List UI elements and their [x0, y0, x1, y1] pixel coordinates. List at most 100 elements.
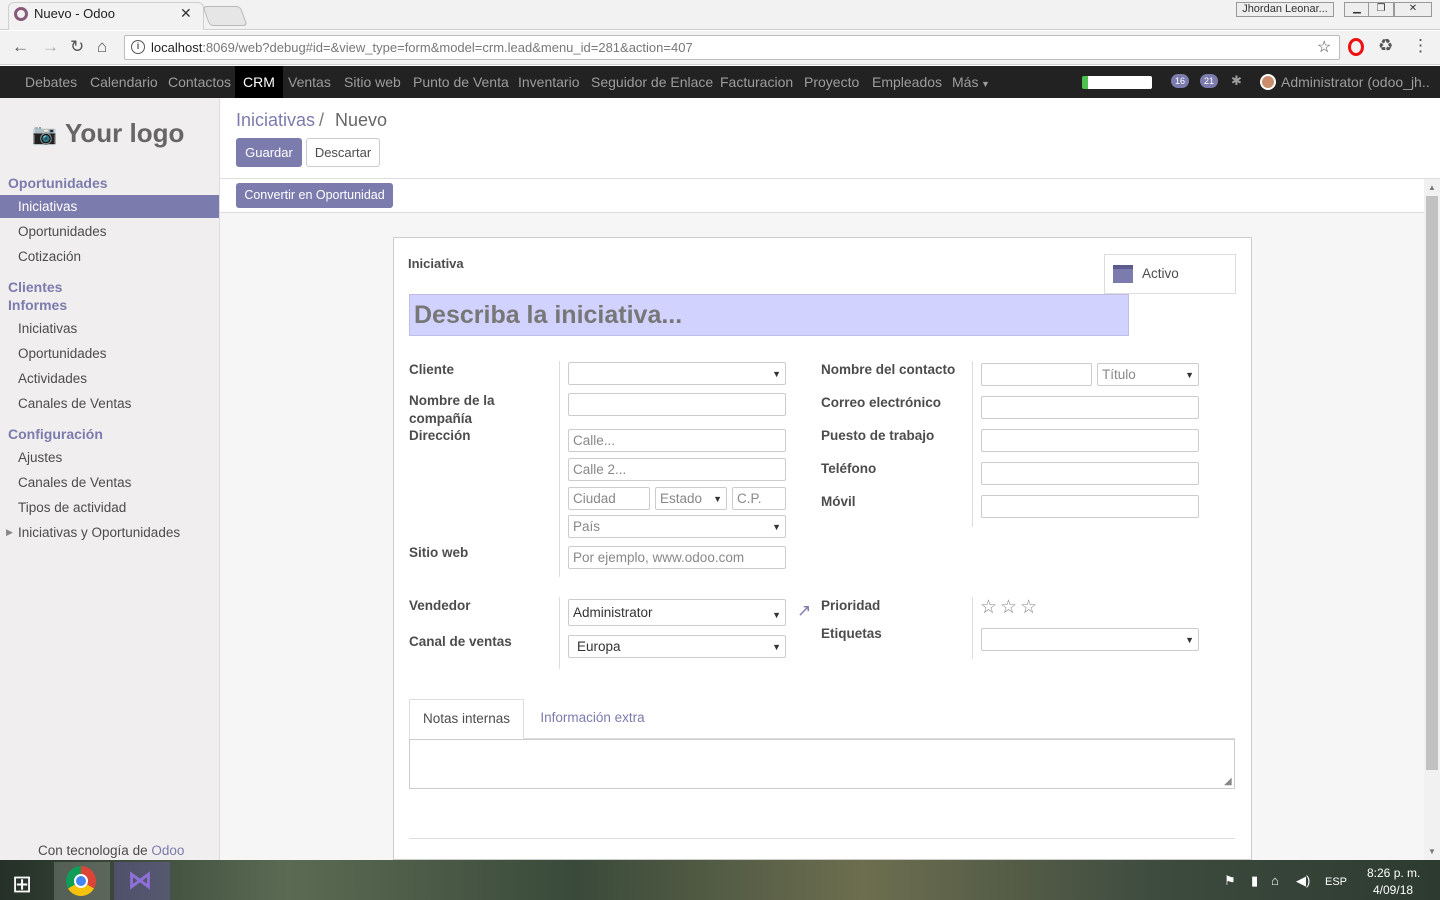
- internal-notes-textarea[interactable]: [409, 739, 1235, 789]
- nav-sitio-web[interactable]: Sitio web: [336, 66, 409, 98]
- messages-badge[interactable]: 16: [1171, 74, 1190, 88]
- minimize-icon[interactable]: ▁: [1344, 2, 1370, 17]
- scroll-down-icon[interactable]: ▼: [1428, 847, 1436, 856]
- home-icon[interactable]: ⌂: [97, 37, 107, 57]
- progress-bar: [1082, 76, 1152, 89]
- company-name-input[interactable]: [568, 393, 786, 416]
- chevron-right-icon[interactable]: ▶: [6, 527, 13, 538]
- scrollbar-thumb[interactable]: [1426, 196, 1438, 770]
- tab-informacion-extra[interactable]: Información extra: [524, 699, 661, 739]
- camera-icon: 📷: [32, 124, 57, 146]
- url-text[interactable]: localhost:8069/web?debug#id=&view_type=f…: [151, 40, 693, 55]
- nav-inventario[interactable]: Inventario: [510, 66, 587, 98]
- sales-channel-select[interactable]: Europa ▼: [568, 635, 786, 658]
- opera-extension-icon[interactable]: [1348, 38, 1364, 56]
- nav-crm[interactable]: CRM: [235, 66, 283, 98]
- nav-seguidor-de-enlace[interactable]: Seguidor de Enlace: [583, 66, 721, 98]
- caret-down-icon: ▼: [772, 522, 781, 532]
- job-position-input[interactable]: [981, 429, 1199, 452]
- sidebar-item-informes-iniciativas[interactable]: Iniciativas: [18, 321, 77, 336]
- activities-count: 21: [1204, 76, 1215, 86]
- tab-close-icon[interactable]: ✕: [180, 5, 192, 22]
- windows-start-icon[interactable]: ⊞: [12, 870, 32, 899]
- sidebar-item-ajustes[interactable]: Ajustes: [18, 450, 62, 465]
- nav-ventas[interactable]: Ventas: [280, 66, 339, 98]
- new-tab-button[interactable]: [202, 6, 248, 26]
- discard-button[interactable]: Descartar: [306, 138, 380, 167]
- salesperson-select[interactable]: Administrator ▼: [568, 599, 786, 626]
- site-info-icon[interactable]: i: [131, 40, 145, 54]
- nav-debates[interactable]: Debates: [17, 66, 85, 98]
- debug-bug-icon[interactable]: ✱: [1231, 73, 1242, 89]
- caret-down-icon: ▼: [772, 642, 781, 652]
- window-close-icon[interactable]: ✕: [1394, 2, 1432, 17]
- user-avatar[interactable]: [1260, 74, 1276, 90]
- archive-icon: [1113, 265, 1133, 283]
- language-indicator[interactable]: ESP: [1325, 876, 1347, 888]
- sidebar-item-cotizacion[interactable]: Cotización: [18, 249, 81, 264]
- sidebar-item-canales-de-ventas[interactable]: Canales de Ventas: [18, 396, 131, 411]
- zip-input[interactable]: C.P.: [732, 487, 786, 510]
- nav-punto-de-venta[interactable]: Punto de Venta: [405, 66, 517, 98]
- caret-down-icon: ▼: [1185, 635, 1194, 645]
- scroll-up-icon[interactable]: ▲: [1428, 183, 1436, 192]
- lead-name-input[interactable]: Describa la iniciativa...: [409, 294, 1129, 336]
- active-label: Activo: [1142, 266, 1179, 281]
- browser-profile-button[interactable]: Jhordan Leonar...: [1236, 2, 1334, 17]
- network-icon[interactable]: ⌂: [1271, 873, 1279, 888]
- recycle-extension-icon[interactable]: ♻: [1378, 36, 1393, 56]
- mobile-input[interactable]: [981, 495, 1199, 518]
- priority-stars-icon[interactable]: ☆☆☆: [980, 596, 1040, 619]
- nav-mas-dropdown[interactable]: Más ▼: [944, 66, 998, 98]
- user-menu[interactable]: Administrator (odoo_jh...: [1281, 66, 1431, 98]
- restore-icon[interactable]: ❐: [1368, 2, 1394, 17]
- tab-notas-internas[interactable]: Notas internas: [409, 699, 524, 739]
- sidebar-item-iniciativas[interactable]: Iniciativas: [18, 199, 77, 214]
- battery-icon[interactable]: ▮: [1251, 873, 1258, 889]
- contact-name-input[interactable]: [981, 363, 1092, 386]
- clock-date[interactable]: 4/09/18: [1373, 883, 1413, 897]
- activities-badge[interactable]: 21: [1200, 74, 1219, 88]
- nav-contactos[interactable]: Contactos: [160, 66, 239, 98]
- cliente-select[interactable]: ▼: [568, 362, 786, 385]
- label-prioridad: Prioridad: [821, 598, 881, 613]
- country-select[interactable]: País ▼: [568, 515, 786, 538]
- browser-menu-icon[interactable]: ⋮: [1412, 36, 1429, 56]
- sidebar-item-config-canales[interactable]: Canales de Ventas: [18, 475, 131, 490]
- email-input[interactable]: [981, 396, 1199, 419]
- label-contacto: Nombre del contacto: [821, 362, 956, 377]
- street2-input[interactable]: Calle 2...: [568, 458, 786, 481]
- street-input[interactable]: Calle...: [568, 429, 786, 452]
- network-error-icon[interactable]: ⚑: [1224, 873, 1236, 889]
- sidebar-item-informes-oportunidades[interactable]: Oportunidades: [18, 346, 107, 361]
- breadcrumb-parent[interactable]: Iniciativas: [236, 110, 315, 131]
- sidebar-section-clientes[interactable]: Clientes: [8, 279, 62, 295]
- bookmark-star-icon[interactable]: ☆: [1317, 37, 1331, 57]
- sidebar-item-oportunidades[interactable]: Oportunidades: [18, 224, 107, 239]
- state-select[interactable]: Estado ▼: [655, 487, 727, 510]
- resize-grip-icon[interactable]: ◢: [1224, 776, 1232, 787]
- nav-facturacion[interactable]: Facturacion: [712, 66, 801, 98]
- powered-brand-link[interactable]: Odoo: [151, 843, 184, 858]
- phone-input[interactable]: [981, 462, 1199, 485]
- reload-icon[interactable]: ↻: [70, 37, 84, 57]
- sidebar-item-actividades[interactable]: Actividades: [18, 371, 87, 386]
- nav-calendario[interactable]: Calendario: [82, 66, 166, 98]
- website-input[interactable]: Por ejemplo, www.odoo.com: [568, 546, 786, 569]
- convert-to-opportunity-button[interactable]: Convertir en Oportunidad: [236, 183, 393, 208]
- nav-proyecto[interactable]: Proyecto: [796, 66, 867, 98]
- title-select[interactable]: Título ▼: [1097, 363, 1199, 386]
- external-link-icon[interactable]: ↗: [797, 601, 811, 621]
- company-logo[interactable]: Your logo: [65, 118, 184, 149]
- sidebar-item-iniciativas-y-oportunidades[interactable]: Iniciativas y Oportunidades: [18, 525, 180, 540]
- forward-arrow-icon[interactable]: →: [42, 37, 59, 57]
- volume-icon[interactable]: ◀): [1296, 873, 1310, 889]
- nav-empleados[interactable]: Empleados: [864, 66, 950, 98]
- tags-select[interactable]: ▼: [981, 628, 1199, 651]
- clock-time[interactable]: 8:26 p. m.: [1367, 866, 1420, 880]
- city-input[interactable]: Ciudad: [568, 487, 650, 510]
- save-button[interactable]: Guardar: [236, 138, 302, 167]
- back-arrow-icon[interactable]: ←: [12, 37, 29, 57]
- country-placeholder: País: [573, 519, 601, 534]
- sidebar-item-tipos-de-actividad[interactable]: Tipos de actividad: [18, 500, 126, 515]
